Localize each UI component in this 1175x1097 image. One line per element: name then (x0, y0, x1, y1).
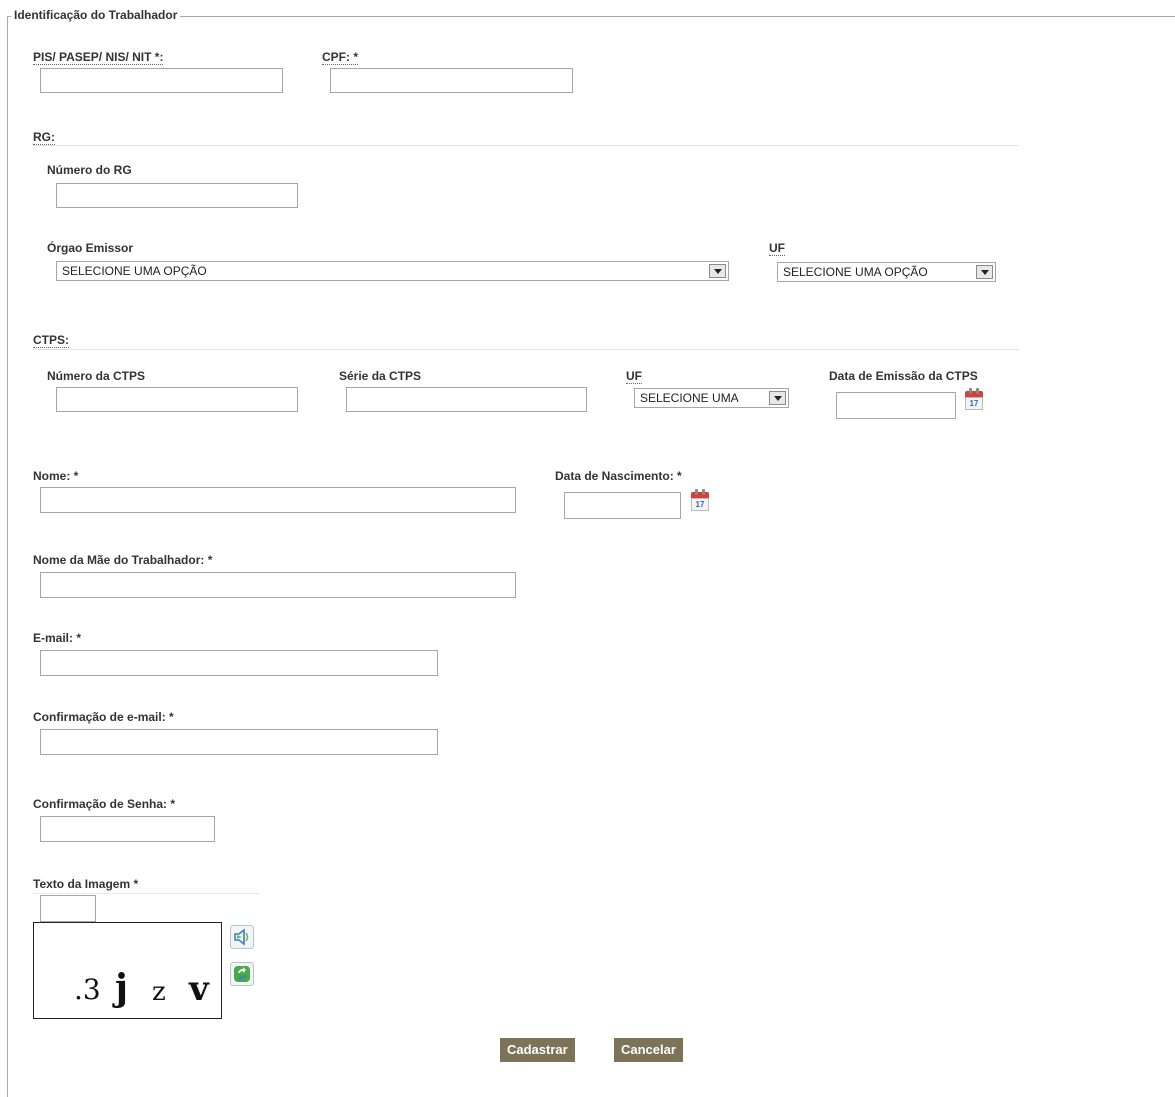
email-label: E-mail: * (33, 631, 82, 645)
email-confirm-label: Confirmação de e-mail: * (33, 710, 174, 724)
captcha-input[interactable] (40, 895, 96, 922)
rg-numero-label: Número do RG (47, 163, 132, 177)
ctps-data-label: Data de Emissão da CTPS (829, 369, 978, 383)
calendar-icon[interactable]: 17 (964, 388, 984, 410)
refresh-icon[interactable] (230, 962, 254, 986)
nome-label: Nome: * (33, 469, 79, 483)
chevron-down-icon[interactable] (709, 264, 726, 278)
calendar-day: 17 (691, 498, 709, 511)
captcha-char: z (152, 977, 166, 1007)
rg-section-label: RG: (33, 130, 55, 145)
pis-label: PIS/ PASEP/ NIS/ NIT *: (33, 50, 164, 65)
fieldset-legend: Identificação do Trabalhador (11, 8, 181, 22)
cpf-input[interactable] (330, 68, 573, 93)
ctps-numero-label: Número da CTPS (47, 369, 146, 383)
mae-label: Nome da Mãe do Trabalhador: * (33, 553, 213, 567)
speaker-icon[interactable] (230, 925, 254, 949)
cancelar-button[interactable]: Cancelar (614, 1038, 683, 1062)
ctps-serie-input[interactable] (346, 387, 587, 412)
ctps-section-divider (33, 349, 1019, 350)
ctps-section-label: CTPS: (33, 333, 69, 348)
orgao-emissor-label: Órgao Emissor (47, 241, 134, 255)
rg-numero-input[interactable] (56, 183, 298, 208)
chevron-down-icon[interactable] (976, 265, 993, 279)
captcha-label-divider (33, 893, 259, 894)
nascimento-input[interactable] (564, 492, 681, 519)
cadastrar-button[interactable]: Cadastrar (500, 1038, 575, 1062)
ctps-uf-label: UF (626, 369, 642, 384)
orgao-emissor-select[interactable]: SELECIONE UMA OPÇÃO (56, 261, 729, 281)
rg-uf-select[interactable]: SELECIONE UMA OPÇÃO (777, 262, 996, 282)
ctps-uf-select[interactable]: SELECIONE UMA (634, 388, 789, 408)
calendar-icon[interactable]: 17 (690, 489, 710, 511)
email-confirm-input[interactable] (40, 729, 438, 755)
captcha-char: v (189, 969, 209, 1009)
senha-confirm-label: Confirmação de Senha: * (33, 797, 176, 811)
senha-confirm-input[interactable] (40, 816, 215, 842)
captcha-label: Texto da Imagem * (33, 877, 139, 891)
email-input[interactable] (40, 650, 438, 676)
ctps-data-input[interactable] (836, 392, 956, 419)
captcha-char: .3 (74, 973, 101, 1006)
chevron-down-icon[interactable] (769, 391, 786, 405)
cpf-label: CPF: * (322, 50, 358, 65)
nascimento-label: Data de Nascimento: * (555, 469, 682, 483)
calendar-day: 17 (965, 397, 983, 410)
ctps-numero-input[interactable] (56, 387, 298, 412)
nome-input[interactable] (40, 487, 516, 513)
captcha-char: j (115, 967, 129, 1009)
rg-section-divider (33, 145, 1019, 146)
captcha-image: .3 j z v (33, 922, 222, 1019)
mae-input[interactable] (40, 572, 516, 598)
rg-uf-label: UF (769, 241, 785, 256)
pis-input[interactable] (40, 68, 283, 93)
ctps-serie-label: Série da CTPS (339, 369, 422, 383)
ctps-uf-selected: SELECIONE UMA (640, 391, 739, 405)
rg-uf-selected: SELECIONE UMA OPÇÃO (783, 265, 928, 279)
orgao-emissor-selected: SELECIONE UMA OPÇÃO (62, 264, 207, 278)
